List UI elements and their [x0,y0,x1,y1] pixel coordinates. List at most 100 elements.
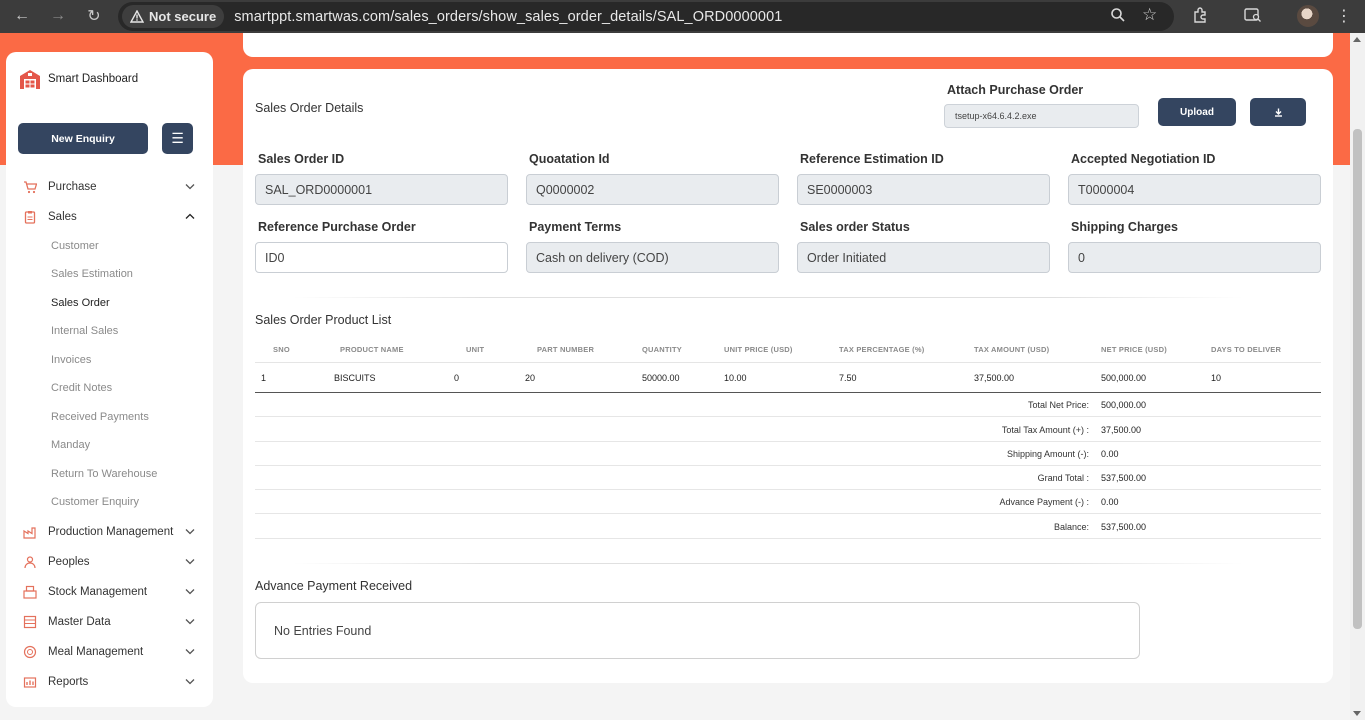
hamburger-menu-icon[interactable]: ☰ [162,123,193,154]
warehouse-logo-icon [20,70,40,89]
table-header-line [255,362,1321,363]
scrollbar-thumb[interactable] [1353,129,1362,629]
back-arrow-icon[interactable]: ← [12,6,32,26]
subitem-label: Sales Estimation [51,268,133,280]
sidebar-subitem-internal-sales[interactable]: Internal Sales [6,320,213,342]
attach-label: Attach Purchase Order [947,83,1084,97]
summary-value: 37,500.00 [1101,425,1142,435]
column-header: TAX AMOUNT (USD) [974,345,1050,354]
chevron-down-icon [185,617,195,628]
summary-value: 0.00 [1101,497,1119,507]
sidebar-item-peoples[interactable]: Peoples [6,551,213,573]
scroll-up-icon[interactable] [1353,37,1361,42]
sidebar-item-meal-management[interactable]: Meal Management [6,641,213,663]
chevron-down-icon [185,647,195,658]
sidebar-subitem-sales-estimation[interactable]: Sales Estimation [6,263,213,285]
label-payment-terms: Payment Terms [529,220,622,234]
sidebar-item-label: Reports [48,676,89,688]
address-bar[interactable]: Not secure smartppt.smartwas.com/sales_o… [118,2,1174,31]
chevron-down-icon [185,557,195,568]
brand[interactable]: Smart Dashboard [18,68,138,90]
meal-icon [22,644,38,660]
section-title-advance: Advance Payment Received [255,579,413,593]
column-header: TAX PERCENTAGE (%) [839,345,925,354]
sidebar-subitem-invoices[interactable]: Invoices [6,349,213,371]
attach-file-input[interactable]: tsetup-x64.6.4.2.exe [944,104,1139,128]
extensions-icon[interactable] [1192,7,1208,27]
new-enquiry-button[interactable]: New Enquiry [18,123,148,154]
cell-tax-amount: 37,500.00 [974,373,1015,383]
summary-label: Grand Total : [1037,473,1089,483]
column-header: PRODUCT NAME [340,345,404,354]
sidebar-item-purchase[interactable]: Purchase [6,176,213,198]
sidebar-subitem-customer[interactable]: Customer [6,235,213,257]
summary-label: Shipping Amount (-): [1006,449,1089,459]
section-divider [293,563,1243,564]
sidebar-subitem-return-to-warehouse[interactable]: Return To Warehouse [6,463,213,485]
shipping-charges-field[interactable]: 0 [1068,242,1321,273]
upload-button[interactable]: Upload [1158,98,1236,126]
cell-days-to-deliver: 10 [1211,373,1222,383]
sales-order-status-field[interactable]: Order Initiated [797,242,1050,273]
subitem-label: Customer [51,240,99,252]
sidebar-subitem-manday[interactable]: Manday [6,434,213,456]
summary-row-shipping: Shipping Amount (-): 0.00 [255,442,1321,466]
empty-state-text: No Entries Found [274,624,372,638]
warning-icon [130,10,144,23]
reload-icon[interactable]: ↻ [84,6,104,26]
summary-row-balance: Balance: 537,500.00 [255,515,1321,539]
column-header: PART NUMBER [537,345,595,354]
subitem-label: Received Payments [51,411,149,423]
forward-arrow-icon[interactable]: → [48,6,68,26]
chevron-up-icon [185,212,195,223]
page: Smart Dashboard New Enquiry ☰ Purchase S… [0,33,1365,720]
subitem-label: Customer Enquiry [51,496,140,508]
sidebar-item-production-management[interactable]: Production Management [6,521,213,543]
scroll-down-icon[interactable] [1353,711,1361,716]
quotation-id-field[interactable]: Q0000002 [526,174,779,205]
label-sales-order-id: Sales Order ID [258,152,345,166]
profile-avatar[interactable] [1297,5,1319,27]
cell-net-price: 500,000.00 [1101,373,1147,383]
sidebar-item-reports[interactable]: Reports [6,671,213,693]
sidebar-item-label: Stock Management [48,586,148,598]
sidebar-subitem-sales-order[interactable]: Sales Order [6,292,213,314]
zoom-icon[interactable] [1110,7,1126,27]
sidebar-subitem-received-payments[interactable]: Received Payments [6,406,213,428]
summary-row-total-net: Total Net Price: 500,000.00 [255,393,1321,417]
subitem-label: Internal Sales [51,325,119,337]
security-chip[interactable]: Not secure [122,5,225,28]
bookmark-star-icon[interactable]: ☆ [1142,5,1157,25]
label-sales-order-status: Sales order Status [800,220,910,234]
column-header: NET PRICE (USD) [1101,345,1167,354]
menu-dots-icon[interactable]: ⋮ [1336,6,1352,26]
sales-order-id-field[interactable]: SAL_ORD0000001 [255,174,508,205]
scrollbar[interactable] [1350,33,1365,720]
download-button[interactable] [1250,98,1306,126]
browser-toolbar: ← → ↻ Not secure smartppt.smartwas.com/s… [0,0,1365,33]
url-text[interactable]: smartppt.smartwas.com/sales_orders/show_… [234,9,782,25]
cell-sno: 1 [261,373,267,383]
sidebar-item-sales[interactable]: Sales [6,206,213,228]
payment-terms-field[interactable]: Cash on delivery (COD) [526,242,779,273]
subitem-label: Credit Notes [51,382,113,394]
subitem-label: Sales Order [51,297,110,309]
label-accepted-negotiation-id: Accepted Negotiation ID [1071,152,1216,166]
sidebar-subitem-customer-enquiry[interactable]: Customer Enquiry [6,491,213,513]
label-reference-purchase-order: Reference Purchase Order [258,220,416,234]
header-card [243,33,1333,57]
summary-value: 0.00 [1101,449,1119,459]
subitem-label: Return To Warehouse [51,468,158,480]
summary-row-grand-total: Grand Total : 537,500.00 [255,466,1321,490]
sidebar-item-stock-management[interactable]: Stock Management [6,581,213,603]
reference-purchase-order-field[interactable]: ID0 [255,242,508,273]
accepted-negotiation-id-field[interactable]: T0000004 [1068,174,1321,205]
tab-search-icon[interactable] [1244,7,1262,27]
sidebar-item-master-data[interactable]: Master Data [6,611,213,633]
sidebar-subitem-credit-notes[interactable]: Credit Notes [6,377,213,399]
section-title-details: Sales Order Details [255,101,364,115]
column-header: UNIT [466,345,485,354]
sidebar-item-label: Meal Management [48,646,144,658]
reference-estimation-id-field[interactable]: SE0000003 [797,174,1050,205]
cell-unit-price: 10.00 [724,373,747,383]
